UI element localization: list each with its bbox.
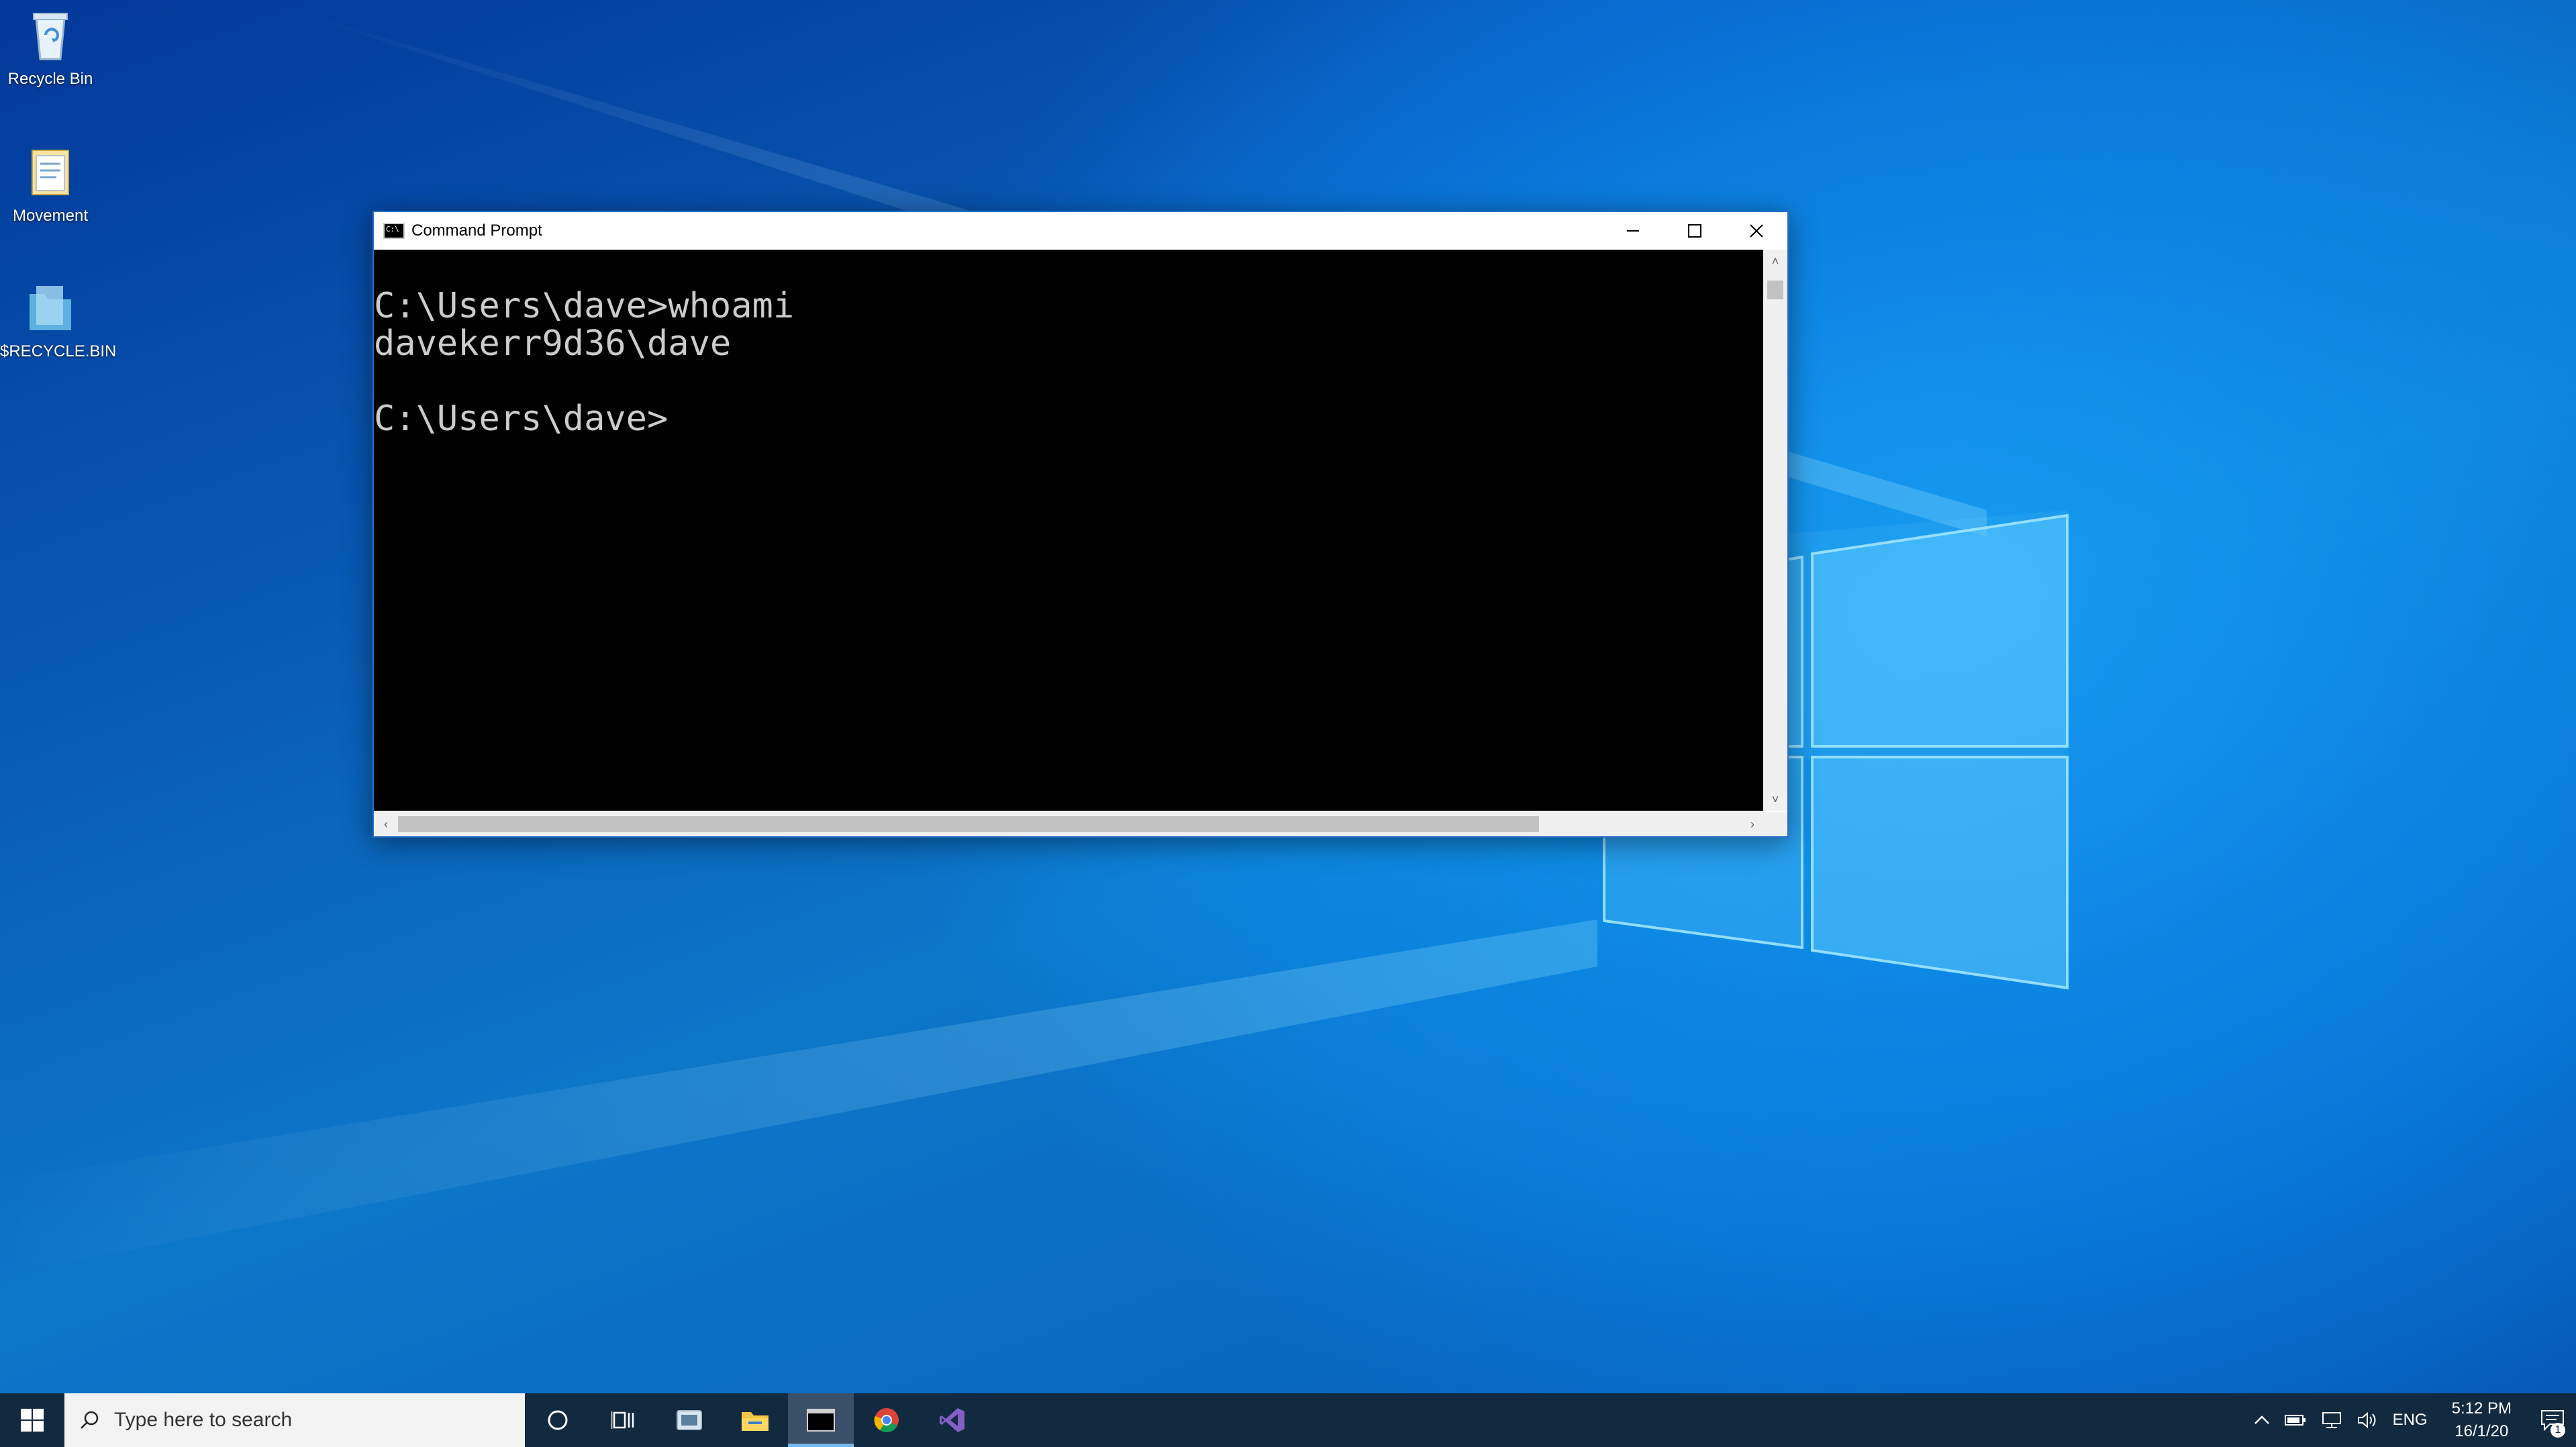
taskbar-app-chrome[interactable] (854, 1393, 920, 1447)
task-view-button[interactable] (591, 1393, 656, 1447)
chrome-icon (874, 1408, 899, 1432)
console-line: C:\Users\dave>whoami (374, 286, 795, 326)
network-icon (2322, 1412, 2341, 1428)
task-view-icon (611, 1411, 634, 1429)
taskbar-search-box[interactable]: Type here to search (64, 1393, 525, 1447)
recycle-bin-label: Recycle Bin (7, 70, 93, 88)
file-explorer-icon (742, 1412, 769, 1431)
folder-icon (20, 277, 81, 337)
console-line: davekerr9d36\dave (374, 323, 732, 364)
clock-date: 16/1/20 (2455, 1422, 2509, 1440)
visual-studio-icon (940, 1408, 964, 1432)
movement-label: Movement (12, 207, 89, 225)
maximize-button[interactable] (1664, 212, 1726, 250)
command-prompt-icon (807, 1409, 835, 1432)
taskbar-app-visual-studio[interactable] (920, 1393, 985, 1447)
show-hidden-icons-button[interactable] (2246, 1393, 2277, 1447)
taskbar-app-file-explorer[interactable] (722, 1393, 788, 1447)
close-icon (1750, 224, 1763, 238)
speaker-icon (2357, 1411, 2376, 1429)
taskbar-app-file-browser[interactable] (656, 1393, 722, 1447)
minimize-button[interactable] (1602, 212, 1664, 250)
resize-grip-icon[interactable] (1763, 812, 1787, 836)
recycle-bin-folder-label: $RECYCLE.BIN (0, 342, 117, 360)
maximize-icon (1688, 224, 1701, 238)
notepad-file-icon (20, 141, 81, 201)
window-title: Command Prompt (411, 221, 542, 240)
scroll-right-icon[interactable]: › (1740, 812, 1765, 836)
notification-count-badge: 1 (2550, 1423, 2565, 1438)
volume-button[interactable] (2350, 1393, 2386, 1447)
battery-button[interactable] (2277, 1393, 2314, 1447)
scroll-left-icon[interactable]: ‹ (374, 812, 398, 836)
network-button[interactable] (2314, 1393, 2350, 1447)
search-icon (81, 1411, 99, 1429)
desktop-icon-movement[interactable]: Movement (0, 141, 101, 226)
chevron-up-icon (2254, 1415, 2269, 1424)
desktop-icon-recycle-bin-folder[interactable]: $RECYCLE.BIN (0, 277, 116, 361)
input-language-button[interactable]: ENG (2386, 1393, 2434, 1447)
scroll-down-icon[interactable]: ˅ (1763, 788, 1787, 811)
close-button[interactable] (1726, 212, 1787, 250)
command-prompt-window[interactable]: Command Prompt C:\Users\dave>whoami dave… (373, 211, 1789, 838)
vertical-scrollbar[interactable]: ˄ ˅ (1763, 250, 1787, 811)
vertical-scroll-thumb[interactable] (1767, 281, 1783, 299)
horizontal-scroll-thumb[interactable] (398, 816, 1539, 832)
start-button[interactable] (0, 1393, 64, 1447)
windows-start-icon (21, 1409, 44, 1432)
clock-time: 5:12 PM (2451, 1399, 2512, 1417)
taskbar-app-command-prompt[interactable] (788, 1393, 854, 1447)
action-center-button[interactable]: 1 (2529, 1393, 2576, 1447)
taskbar-clock[interactable]: 5:12 PM 16/1/20 (2434, 1397, 2529, 1443)
cortana-icon (548, 1410, 568, 1430)
console-output[interactable]: C:\Users\dave>whoami davekerr9d36\dave C… (374, 250, 1765, 811)
system-tray: ENG 5:12 PM 16/1/20 1 (2246, 1393, 2576, 1447)
cmd-icon (383, 223, 405, 239)
desktop-icon-recycle-bin[interactable]: Recycle Bin (0, 4, 101, 89)
cortana-button[interactable] (525, 1393, 591, 1447)
window-controls (1602, 212, 1787, 250)
title-bar[interactable]: Command Prompt (374, 212, 1787, 250)
scroll-up-icon[interactable]: ˄ (1763, 250, 1787, 272)
console-prompt-line: C:\Users\dave> (374, 399, 668, 439)
taskbar: Type here to search ENG 5:12 PM 16/1/20 … (0, 1393, 2576, 1447)
battery-icon (2284, 1415, 2306, 1426)
horizontal-scrollbar[interactable]: ‹ › (374, 812, 1765, 836)
file-browser-icon (677, 1410, 702, 1430)
recycle-bin-icon (20, 4, 81, 64)
search-placeholder: Type here to search (114, 1409, 293, 1431)
minimize-icon (1627, 230, 1639, 232)
